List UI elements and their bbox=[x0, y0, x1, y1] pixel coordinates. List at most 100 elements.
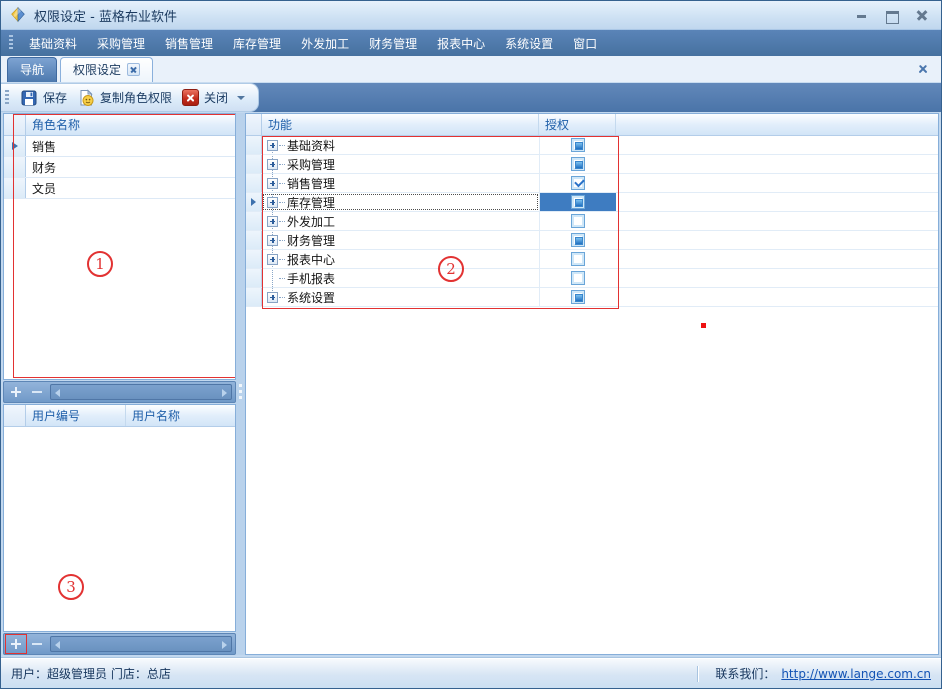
function-row[interactable]: 报表中心 bbox=[246, 250, 938, 269]
roles-navigator bbox=[3, 381, 236, 403]
authorize-checkbox[interactable] bbox=[571, 214, 585, 228]
function-label: 报表中心 bbox=[287, 251, 335, 268]
copy-role-permissions-label: 复制角色权限 bbox=[100, 89, 172, 106]
user-id-header[interactable]: 用户编号 bbox=[26, 405, 126, 426]
function-row[interactable]: 财务管理 bbox=[246, 231, 938, 250]
menubar-grip-icon bbox=[9, 35, 13, 51]
menu-item-inventory[interactable]: 库存管理 bbox=[223, 31, 291, 56]
tab-permission-settings[interactable]: 权限设定 bbox=[60, 57, 153, 82]
maximize-button[interactable] bbox=[885, 9, 899, 21]
function-row[interactable]: 手机报表 bbox=[246, 269, 938, 288]
roles-hscrollbar[interactable] bbox=[50, 384, 232, 400]
copy-role-permissions-button[interactable]: 复制角色权限 bbox=[72, 87, 177, 109]
users-selector-header bbox=[4, 405, 26, 426]
role-name: 文员 bbox=[26, 178, 235, 198]
authorize-column-header[interactable]: 授权 bbox=[539, 114, 616, 135]
window-title: 权限设定 - 蓝格布业软件 bbox=[34, 6, 177, 25]
menu-item-settings[interactable]: 系统设置 bbox=[495, 31, 563, 56]
roles-name-header[interactable]: 角色名称 bbox=[26, 114, 235, 135]
function-label: 库存管理 bbox=[287, 194, 335, 211]
expand-icon[interactable] bbox=[267, 235, 278, 246]
remove-role-button[interactable] bbox=[28, 384, 46, 400]
add-role-button[interactable] bbox=[7, 384, 25, 400]
row-selector bbox=[4, 136, 26, 156]
functions-grid-header: 功能 授权 bbox=[246, 114, 938, 136]
row-selector bbox=[246, 288, 262, 306]
statusbar-divider bbox=[697, 666, 699, 682]
function-label: 财务管理 bbox=[287, 232, 335, 249]
menu-item-sales[interactable]: 销售管理 bbox=[155, 31, 223, 56]
function-column-header[interactable]: 功能 bbox=[262, 114, 539, 135]
function-row[interactable]: 系统设置 bbox=[246, 288, 938, 307]
roles-grid: 角色名称 销售 财务 文员 1 bbox=[3, 113, 236, 380]
website-link[interactable]: http://www.lange.com.cn bbox=[781, 667, 931, 681]
authorize-checkbox[interactable] bbox=[571, 290, 585, 304]
users-grid: 用户编号 用户名称 3 bbox=[3, 404, 236, 632]
tab-navigation-label: 导航 bbox=[20, 61, 44, 78]
role-row[interactable]: 文员 bbox=[4, 178, 235, 199]
save-button[interactable]: 保存 bbox=[15, 87, 72, 109]
functions-grid: 功能 授权 基础资料 采购管理 销售管理 bbox=[245, 113, 939, 655]
add-user-button[interactable] bbox=[7, 636, 25, 652]
expand-icon[interactable] bbox=[267, 178, 278, 189]
tabstrip: 导航 权限设定 bbox=[1, 56, 941, 83]
close-tab-button[interactable]: 关闭 bbox=[177, 87, 233, 108]
remove-user-button[interactable] bbox=[28, 636, 46, 652]
roles-grid-header: 角色名称 bbox=[4, 114, 235, 136]
menu-item-outsourcing[interactable]: 外发加工 bbox=[291, 31, 359, 56]
expand-icon[interactable] bbox=[267, 292, 278, 303]
menubar: 基础资料 采购管理 销售管理 库存管理 外发加工 财务管理 报表中心 系统设置 … bbox=[1, 30, 941, 56]
role-row[interactable]: 销售 bbox=[4, 136, 235, 157]
minimize-button[interactable] bbox=[855, 9, 869, 21]
close-button[interactable] bbox=[915, 9, 929, 21]
authorize-checkbox[interactable] bbox=[571, 233, 585, 247]
function-row[interactable]: 销售管理 bbox=[246, 174, 938, 193]
users-hscrollbar[interactable] bbox=[50, 636, 232, 652]
function-row[interactable]: 外发加工 bbox=[246, 212, 938, 231]
main-area: 角色名称 销售 财务 文员 1 bbox=[1, 112, 941, 658]
menu-item-purchase[interactable]: 采购管理 bbox=[87, 31, 155, 56]
copy-role-icon bbox=[77, 89, 95, 107]
row-selector bbox=[246, 174, 262, 192]
authorize-checkbox[interactable] bbox=[571, 271, 585, 285]
role-row[interactable]: 财务 bbox=[4, 157, 235, 178]
function-label: 手机报表 bbox=[287, 270, 335, 287]
authorize-checkbox[interactable] bbox=[571, 176, 585, 190]
annotation-circle-3: 3 bbox=[58, 574, 84, 600]
expand-icon[interactable] bbox=[267, 159, 278, 170]
annotation-circle-1: 1 bbox=[87, 251, 113, 277]
user-name-header[interactable]: 用户名称 bbox=[126, 405, 235, 426]
row-selector bbox=[4, 157, 26, 177]
toolbar-overflow-chevron-icon[interactable] bbox=[237, 96, 245, 100]
current-row-arrow-icon bbox=[12, 142, 18, 150]
expand-icon[interactable] bbox=[267, 197, 278, 208]
authorize-checkbox[interactable] bbox=[571, 157, 585, 171]
authorize-checkbox[interactable] bbox=[571, 195, 585, 209]
current-row-arrow-icon bbox=[251, 198, 256, 206]
tab-permission-settings-label: 权限设定 bbox=[73, 61, 121, 78]
menu-item-finance[interactable]: 财务管理 bbox=[359, 31, 427, 56]
tab-close-icon[interactable] bbox=[127, 63, 140, 76]
filler-column-header bbox=[616, 114, 938, 135]
authorize-checkbox[interactable] bbox=[571, 138, 585, 152]
users-navigator bbox=[3, 633, 236, 655]
function-label: 采购管理 bbox=[287, 156, 335, 173]
function-row-current[interactable]: 库存管理 bbox=[246, 193, 938, 212]
panel-splitter[interactable] bbox=[236, 113, 245, 655]
tabstrip-close-icon[interactable] bbox=[917, 63, 929, 75]
menu-item-basic-data[interactable]: 基础资料 bbox=[19, 31, 87, 56]
statusbar: 用户：超级管理员 门店：总店 联系我们： http://www.lange.co… bbox=[1, 658, 941, 688]
app-icon bbox=[9, 6, 27, 24]
menu-item-window[interactable]: 窗口 bbox=[563, 31, 607, 56]
authorize-checkbox[interactable] bbox=[571, 252, 585, 266]
tab-navigation[interactable]: 导航 bbox=[7, 57, 57, 82]
function-row[interactable]: 基础资料 bbox=[246, 136, 938, 155]
row-selector bbox=[4, 178, 26, 198]
splitter-grip-icon bbox=[239, 384, 242, 387]
expand-icon[interactable] bbox=[267, 140, 278, 151]
menu-item-reports[interactable]: 报表中心 bbox=[427, 31, 495, 56]
statusbar-user-info: 用户：超级管理员 门店：总店 bbox=[11, 665, 171, 682]
function-row[interactable]: 采购管理 bbox=[246, 155, 938, 174]
expand-icon[interactable] bbox=[267, 254, 278, 265]
expand-icon[interactable] bbox=[267, 216, 278, 227]
